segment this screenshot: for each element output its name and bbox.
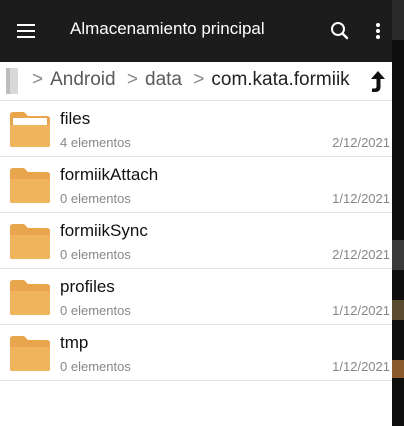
list-item[interactable]: files 4 elementos 2/12/2021 (0, 101, 392, 157)
folder-icon (8, 333, 52, 373)
folder-icon (8, 221, 52, 261)
item-date: 1/12/2021 (332, 359, 390, 374)
item-name: files (60, 109, 91, 128)
breadcrumb-android[interactable]: Android (50, 69, 116, 90)
item-date: 2/12/2021 (332, 135, 390, 150)
item-count: 0 elementos (60, 359, 131, 374)
more-vert-icon[interactable] (366, 17, 390, 45)
list-item[interactable]: formiikAttach 0 elementos 1/12/2021 (0, 157, 392, 213)
item-name: formiikSync (60, 221, 148, 240)
breadcrumb: > Android > data > com.kata.formiik (0, 62, 392, 101)
item-count: 4 elementos (60, 135, 131, 150)
item-name: profiles (60, 277, 115, 296)
item-date: 2/12/2021 (332, 247, 390, 262)
breadcrumb-separator: > (126, 69, 138, 90)
up-directory-icon[interactable] (366, 67, 390, 95)
screen-edge (392, 0, 404, 426)
item-name: formiikAttach (60, 165, 159, 184)
breadcrumb-data[interactable]: data (145, 69, 182, 90)
file-list: files 4 elementos 2/12/2021 formiikAttac… (0, 101, 392, 381)
list-item[interactable]: profiles 0 elementos 1/12/2021 (0, 269, 392, 325)
item-count: 0 elementos (60, 247, 131, 262)
item-date: 1/12/2021 (332, 191, 390, 206)
storage-device-icon[interactable] (2, 66, 20, 96)
item-count: 0 elementos (60, 303, 131, 318)
item-count: 0 elementos (60, 191, 131, 206)
app-bar: Almacenamiento principal (0, 0, 392, 62)
search-icon[interactable] (326, 17, 354, 45)
folder-icon (8, 277, 52, 317)
breadcrumb-current[interactable]: com.kata.formiik (211, 69, 349, 90)
hamburger-menu-icon[interactable] (14, 18, 40, 44)
page-title: Almacenamiento principal (70, 19, 265, 38)
breadcrumb-separator: > (193, 69, 205, 90)
folder-open-icon (8, 109, 52, 149)
folder-icon (8, 165, 52, 205)
list-item[interactable]: tmp 0 elementos 1/12/2021 (0, 325, 392, 381)
breadcrumb-separator: > (32, 69, 44, 90)
list-item[interactable]: formiikSync 0 elementos 2/12/2021 (0, 213, 392, 269)
item-name: tmp (60, 333, 89, 352)
item-date: 1/12/2021 (332, 303, 390, 318)
